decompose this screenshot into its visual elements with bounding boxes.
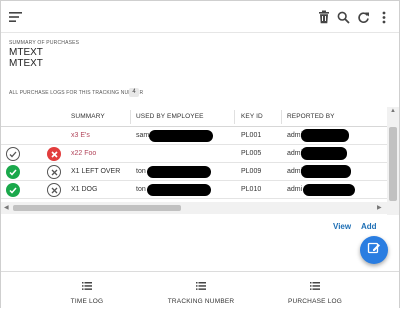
summary-line: MTEXT: [9, 47, 43, 58]
summary-line: MTEXT: [9, 58, 43, 69]
bottom-navigation: TIME LOG TRACKING NUMBER PURCHASE LOG: [1, 271, 399, 308]
x-red-icon[interactable]: [47, 147, 61, 161]
horizontal-scroll-thumb[interactable]: [13, 205, 181, 211]
row-key-id: PL001: [241, 132, 262, 139]
row-employee: sam: [136, 132, 150, 139]
row-summary: X1 DOG: [71, 186, 98, 193]
row-summary: x22 Foo: [71, 150, 97, 157]
redaction-mark: [301, 165, 351, 178]
list-icon: [82, 277, 92, 295]
check-green-icon[interactable]: [6, 183, 20, 197]
redaction-mark: [301, 147, 347, 160]
refresh-icon[interactable]: [354, 8, 372, 26]
row-reported-by: admi: [287, 186, 303, 193]
table-header-row: SUMMARY USED BY EMPLOYEE KEY ID REPORTED…: [1, 107, 387, 127]
row-key-id: PL009: [241, 168, 262, 175]
table-row[interactable]: x22 Foo PL005 admi: [1, 145, 387, 163]
column-header-summary[interactable]: SUMMARY: [71, 107, 105, 126]
row-employee: ton: [136, 186, 146, 193]
top-app-bar: [1, 1, 399, 33]
horizontal-scrollbar[interactable]: ◀ ▶: [1, 202, 387, 214]
vertical-scrollbar[interactable]: ▲: [387, 107, 399, 215]
view-link[interactable]: View: [333, 222, 351, 231]
nav-label: PURCHASE LOG: [287, 297, 343, 305]
edit-fab-button[interactable]: [360, 236, 388, 264]
column-header-key-id[interactable]: KEY ID: [241, 107, 263, 126]
table-row[interactable]: x3 E's sam PL001 admi: [1, 127, 387, 145]
column-header-reported-by[interactable]: REPORTED BY: [287, 107, 335, 126]
nav-label: TIME LOG: [70, 297, 104, 305]
column-header-employee[interactable]: USED BY EMPLOYEE: [136, 107, 204, 126]
check-green-icon[interactable]: [6, 165, 20, 179]
summary-label: SUMMARY OF PURCHASES: [9, 40, 80, 46]
redaction-mark: [147, 166, 211, 178]
x-outline-icon[interactable]: [47, 183, 61, 197]
table-row[interactable]: X1 LEFT OVER ton PL009 admi: [1, 163, 387, 181]
logs-count-badge: 4: [129, 88, 139, 97]
scroll-up-icon[interactable]: ▲: [390, 108, 396, 114]
nav-tab-tracking-number[interactable]: TRACKING NUMBER: [161, 272, 241, 309]
menu-icon[interactable]: [7, 8, 25, 26]
logs-section-label: ALL PURCHASE LOGS FOR THIS TRACKING NUMB…: [9, 90, 144, 96]
search-icon[interactable]: [334, 8, 352, 26]
row-summary: x3 E's: [71, 132, 90, 139]
trash-icon[interactable]: [315, 8, 333, 26]
row-reported-by: admi: [287, 168, 303, 175]
add-link[interactable]: Add: [361, 222, 377, 231]
row-reported-by: admi: [287, 150, 303, 157]
redaction-mark: [301, 129, 349, 142]
app-window: SUMMARY OF PURCHASES MTEXT MTEXT ALL PUR…: [0, 0, 400, 308]
scroll-left-icon[interactable]: ◀: [4, 204, 9, 211]
redaction-mark: [147, 184, 211, 196]
redaction-mark: [303, 184, 355, 196]
table-row[interactable]: X1 DOG ton PL010 admi: [1, 181, 387, 199]
x-outline-icon[interactable]: [47, 165, 61, 179]
row-key-id: PL010: [241, 186, 262, 193]
row-employee: ton: [136, 168, 146, 175]
nav-tab-time-log[interactable]: TIME LOG: [49, 272, 125, 309]
scroll-right-icon[interactable]: ▶: [377, 204, 382, 211]
list-icon: [196, 277, 206, 295]
edit-icon: [367, 241, 381, 260]
nav-label: TRACKING NUMBER: [167, 297, 235, 305]
more-vertical-icon[interactable]: [375, 8, 393, 26]
row-key-id: PL005: [241, 150, 262, 157]
row-reported-by: admi: [287, 132, 303, 139]
vertical-scroll-thumb[interactable]: [389, 127, 397, 201]
redaction-mark: [149, 130, 213, 142]
check-outline-icon[interactable]: [6, 147, 20, 161]
nav-tab-purchase-log[interactable]: PURCHASE LOG: [277, 272, 353, 309]
list-icon: [310, 277, 320, 295]
row-summary: X1 LEFT OVER: [71, 168, 121, 175]
purchase-logs-table: SUMMARY USED BY EMPLOYEE KEY ID REPORTED…: [1, 107, 387, 215]
